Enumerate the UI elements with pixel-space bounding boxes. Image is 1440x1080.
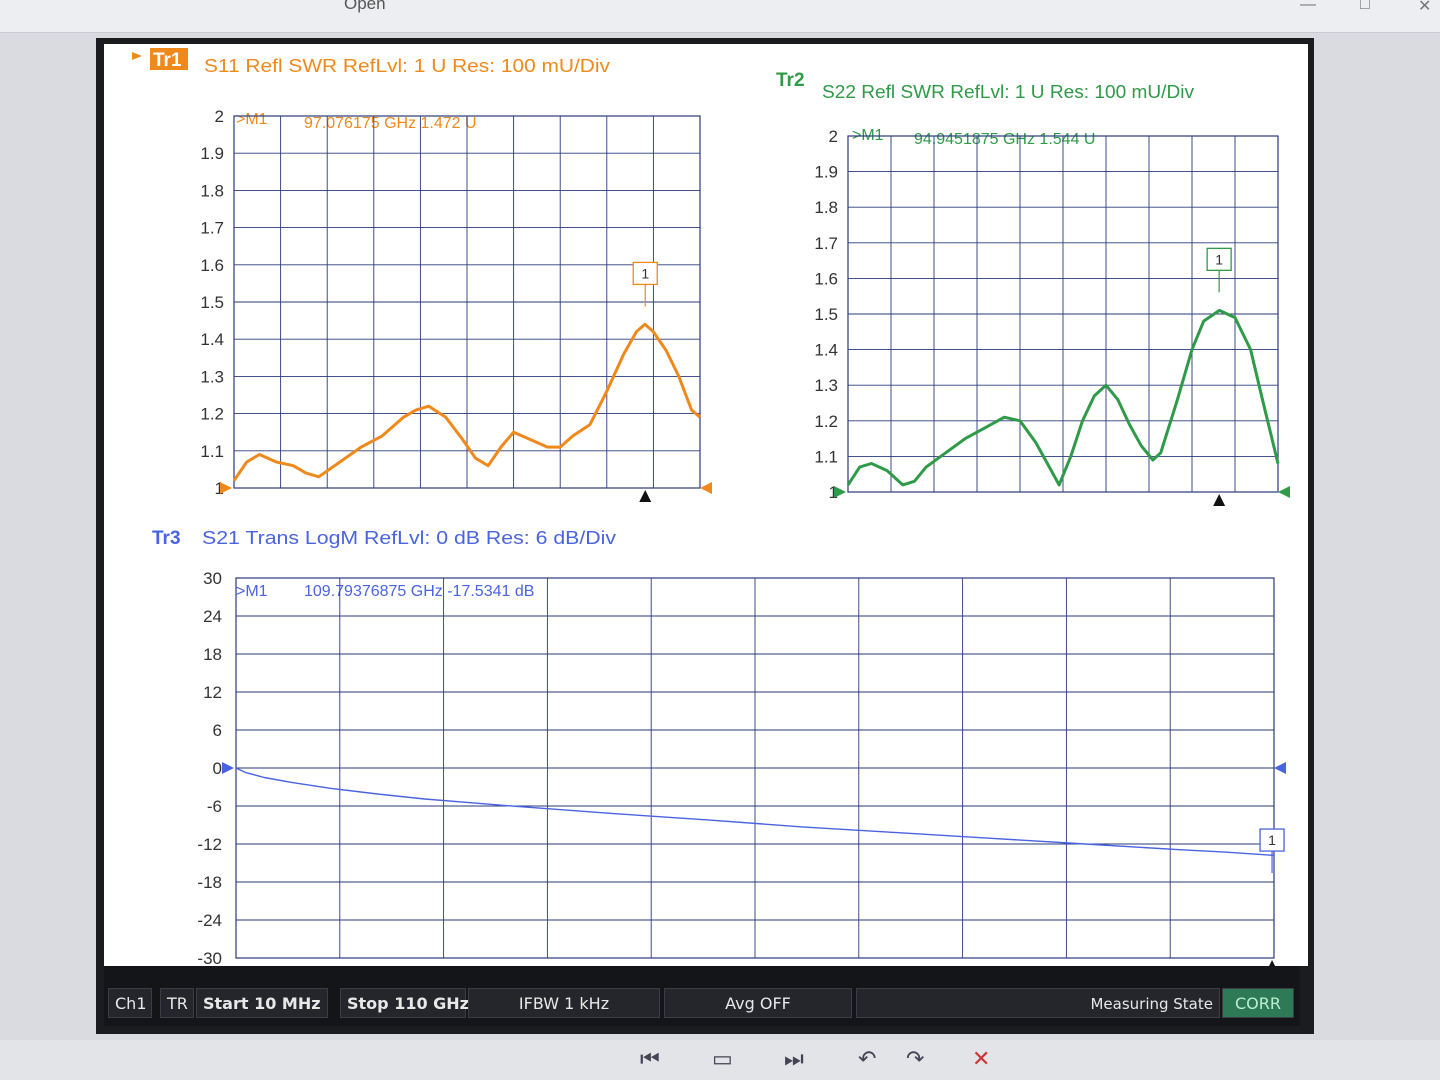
tr1-ref-right-arrow-icon — [700, 482, 712, 494]
tr3-y-tick-label: 18 — [203, 645, 222, 664]
tr2-y-tick-label: 2 — [829, 127, 838, 146]
tr3-y-tick-label: 0 — [213, 759, 222, 778]
tr3-marker-readout: 109.79376875 GHz -17.5341 dB — [304, 583, 534, 600]
tr3-y-tick-label: 30 — [203, 569, 222, 588]
status-corr-badge[interactable]: CORR — [1222, 988, 1294, 1018]
tr3-header: S21 Trans LogM RefLvl: 0 dB Res: 6 dB/Di… — [202, 528, 616, 548]
tr3-y-tick-label: 12 — [203, 683, 222, 702]
rotate-left-icon[interactable]: ↶ — [858, 1046, 876, 1072]
tr1-y-tick-label: 1.9 — [200, 144, 224, 163]
tr1-header: S11 Refl SWR RefLvl: 1 U Res: 100 mU/Div — [204, 56, 610, 76]
tr1-y-tick-label: 1.4 — [200, 330, 224, 349]
tr1-y-tick-label: 1.7 — [200, 219, 224, 238]
tr3-ref-left-arrow-icon — [222, 762, 234, 774]
status-bar: Ch1 TR Start 10 MHz Stop 110 GHz IFBW 1 … — [104, 966, 1300, 1026]
tr1-y-tick-label: 1.3 — [200, 367, 224, 386]
status-ifbw[interactable]: IFBW 1 kHz — [468, 988, 660, 1018]
tr1-y-tick-label: 2 — [215, 107, 224, 126]
tr1-y-tick-label: 1.8 — [200, 181, 224, 200]
tr2-ref-right-arrow-icon — [1278, 486, 1290, 498]
tr3-y-tick-label: -6 — [207, 797, 222, 816]
tr3-tag[interactable]: Tr3 — [152, 528, 181, 549]
tr2-plot: 21.91.81.71.61.51.41.31.21.111 — [814, 127, 1290, 506]
tr2-y-tick-label: 1.3 — [814, 376, 838, 395]
tr2-y-tick-label: 1.2 — [814, 412, 838, 431]
tr1-marker-label: >M1 — [236, 111, 268, 128]
tr2-y-tick-label: 1.1 — [814, 447, 838, 466]
tr2-marker-triangle-icon[interactable] — [1213, 494, 1226, 506]
tr3-y-tick-label: -24 — [197, 911, 222, 930]
status-stop[interactable]: Stop 110 GHz — [340, 988, 469, 1018]
tr1-y-tick-label: 1.6 — [200, 256, 224, 275]
active-trace-arrow-icon — [132, 52, 142, 60]
tr1-tag: Tr1 — [153, 50, 182, 71]
tr3-plot: 3024181260-6-12-18-24-301 — [197, 569, 1286, 972]
tr3-y-tick-label: -12 — [197, 835, 222, 854]
status-avg[interactable]: Avg OFF — [664, 988, 852, 1018]
tr2-marker-readout: 94.9451875 GHz 1.544 U — [914, 131, 1095, 148]
tr3-ref-right-arrow-icon — [1274, 762, 1286, 774]
tr2-y-tick-label: 1.8 — [814, 198, 838, 217]
tr1-plot: 21.91.81.71.61.51.41.31.21.111 — [200, 107, 712, 502]
tr3-marker-number: 1 — [1268, 832, 1276, 848]
tr2-ref-left-arrow-icon — [834, 486, 846, 498]
tr1-y-tick-label: 1.2 — [200, 405, 224, 424]
slideshow-icon[interactable]: ▭ — [712, 1046, 733, 1072]
tr2-y-tick-label: 1.4 — [814, 341, 838, 360]
status-channel[interactable]: Ch1 — [108, 988, 152, 1018]
tr2-tag[interactable]: Tr2 — [776, 70, 805, 91]
tr1-marker-number: 1 — [641, 265, 649, 281]
tr2-y-tick-label: 1.7 — [814, 234, 838, 253]
tr1-y-tick-label: 1.5 — [200, 293, 224, 312]
vna-plots: Tr1 S11 Refl SWR RefLvl: 1 U Res: 100 mU… — [132, 48, 1290, 972]
prev-icon[interactable]: ⏮ — [640, 1046, 660, 1072]
status-start[interactable]: Start 10 MHz — [196, 988, 328, 1018]
tr3-y-tick-label: 24 — [203, 607, 222, 626]
tr3-y-tick-label: -18 — [197, 873, 222, 892]
tr2-y-tick-label: 1.9 — [814, 163, 838, 182]
status-measuring-state: Measuring State — [856, 988, 1220, 1018]
tr1-marker-readout: 97.076175 GHz 1.472 U — [304, 115, 477, 132]
tr1-ref-left-arrow-icon — [220, 482, 232, 494]
tr2-marker-number: 1 — [1215, 251, 1223, 267]
tr1-marker-triangle-icon[interactable] — [639, 490, 652, 502]
tr3-y-tick-label: 6 — [213, 721, 222, 740]
next-icon[interactable]: ⏭ — [784, 1046, 804, 1072]
delete-icon[interactable]: ✕ — [972, 1046, 990, 1072]
tr3-marker-label: >M1 — [236, 583, 268, 600]
tr1-y-tick-label: 1.1 — [200, 442, 224, 461]
tr2-header: S22 Refl SWR RefLvl: 1 U Res: 100 mU/Div — [822, 82, 1194, 102]
tr2-y-tick-label: 1.5 — [814, 305, 838, 324]
status-tr[interactable]: TR — [160, 988, 194, 1018]
tr2-y-tick-label: 1.6 — [814, 269, 838, 288]
rotate-right-icon[interactable]: ↷ — [906, 1046, 924, 1072]
